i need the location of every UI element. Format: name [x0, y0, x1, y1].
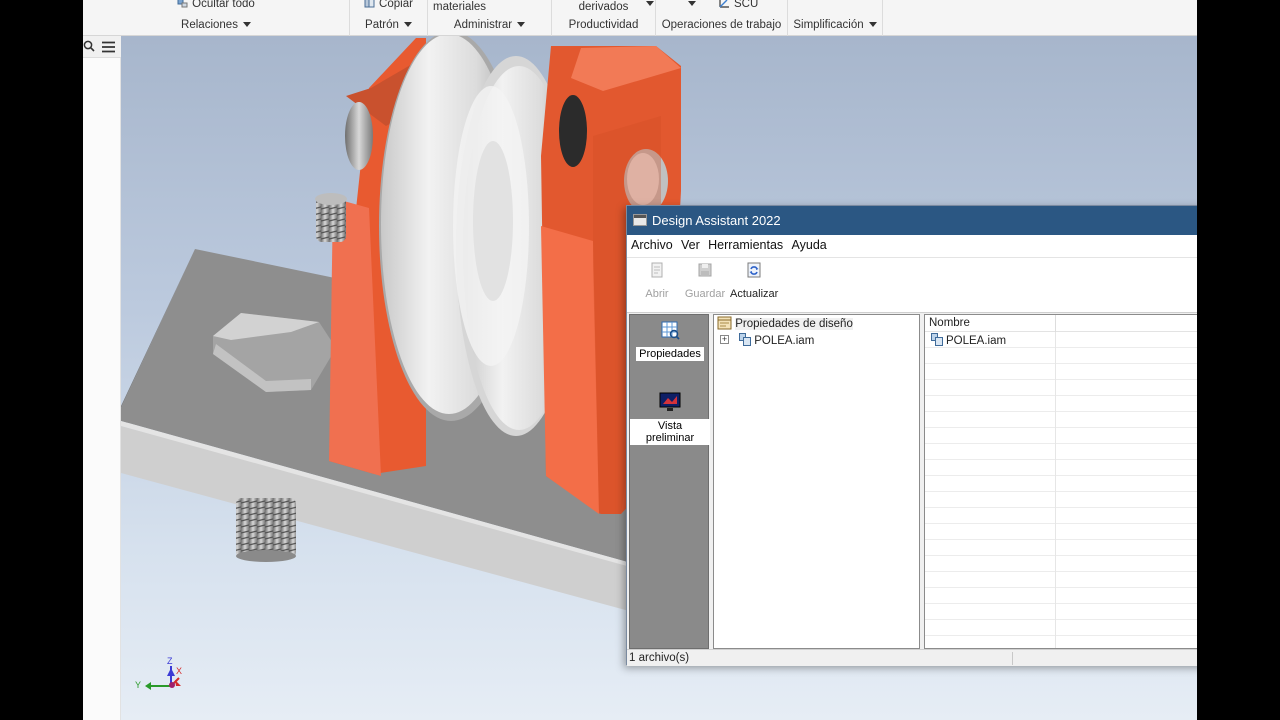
refresh-label: Actualizar: [730, 288, 779, 300]
open-icon: [651, 262, 663, 278]
list-header: Nombre: [925, 315, 1197, 332]
assembly-file-icon: [737, 332, 752, 347]
chevron-down-icon: [868, 22, 877, 27]
toolbar: Abrir Guardar Actualizar: [627, 257, 1197, 313]
copy-icon: [364, 0, 375, 8]
ribbon-group-label[interactable]: Administrar: [428, 19, 551, 31]
ribbon-group-operaciones: SCU Operaciones de trabajo: [656, 0, 788, 36]
menu-herramientas[interactable]: Herramientas: [704, 235, 783, 252]
ribbon-group-label[interactable]: Patrón: [350, 19, 427, 31]
chevron-down-icon: [242, 22, 251, 27]
ribbon-group-administrar: materiales Administrar: [428, 0, 552, 36]
preview-mode-button[interactable]: Vista preliminar: [630, 391, 710, 445]
tree-root-label: Propiedades de diseño: [735, 318, 853, 330]
hide-icon: [177, 0, 188, 8]
hide-all-label: Ocultar todo: [192, 0, 255, 10]
ribbon-group-simplificacion: Simplificación: [788, 0, 883, 36]
preview-label: Vista preliminar: [630, 419, 710, 445]
copy-label: Copiar: [379, 0, 413, 10]
axis-y-label: Y: [135, 680, 141, 690]
menu-ayuda[interactable]: Ayuda: [788, 235, 827, 252]
mode-sidebar: Propiedades Vista preliminar: [629, 314, 710, 649]
properties-label: Propiedades: [636, 347, 704, 361]
hamburger-icon[interactable]: [102, 41, 115, 53]
file-list: Nombre POLEA.iam: [924, 314, 1197, 649]
axis-z-label: Z: [167, 656, 173, 666]
browser-toolbar: [83, 36, 121, 58]
chevron-down-icon: [403, 22, 412, 27]
list-grid: [925, 332, 1197, 648]
left-black-bar: [0, 0, 83, 720]
save-label: Guardar: [684, 288, 726, 300]
ucs-icon: [719, 0, 729, 8]
chevron-down-icon: [517, 22, 526, 27]
model-browser: [83, 36, 121, 720]
open-label: Abrir: [645, 288, 669, 300]
expand-icon[interactable]: +: [720, 335, 729, 344]
preview-icon: [659, 392, 681, 411]
properties-tree: Propiedades de diseño + POLEA.iam: [713, 314, 920, 649]
materials-button[interactable]: materiales: [428, 1, 551, 13]
ribbon-group-label[interactable]: Operaciones de trabajo: [656, 19, 787, 31]
tree-child[interactable]: + POLEA.iam: [720, 332, 814, 348]
window-title: Design Assistant 2022: [652, 213, 781, 228]
relaciones-label: Relaciones: [181, 19, 238, 31]
ribbon-group-productividad: derivados Productividad: [552, 0, 656, 36]
status-bar: 1 archivo(s): [627, 649, 1197, 666]
ribbon-group-label[interactable]: Simplificación: [788, 19, 882, 31]
derived-button[interactable]: derivados: [552, 1, 655, 13]
title-bar[interactable]: Design Assistant 2022: [627, 206, 1197, 235]
search-icon[interactable]: [83, 40, 95, 52]
ribbon-group-label[interactable]: Productividad: [552, 19, 655, 31]
status-text: 1 archivo(s): [629, 652, 690, 664]
chevron-down-icon[interactable]: [646, 1, 654, 6]
column-header-nombre[interactable]: Nombre: [929, 317, 970, 329]
list-item-label: POLEA.iam: [946, 335, 1007, 347]
design-assistant-window[interactable]: Design Assistant 2022 Archivo Ver Herram…: [626, 205, 1197, 666]
inventor-window: Ocultar todo Relaciones Copiar Patrón ma…: [83, 0, 1197, 720]
ribbon-group-label[interactable]: Relaciones: [83, 19, 349, 31]
ribbon: Ocultar todo Relaciones Copiar Patrón ma…: [83, 0, 1197, 36]
simplificacion-label: Simplificación: [793, 19, 864, 31]
menu-bar: Archivo Ver Herramientas Ayuda: [627, 235, 1197, 257]
ucs-label: SCU: [734, 0, 759, 10]
right-black-bar: [1197, 0, 1280, 720]
axis-x-label: X: [176, 666, 182, 676]
save-button[interactable]: Guardar: [681, 261, 729, 307]
list-item[interactable]: POLEA.iam: [929, 332, 1006, 348]
properties-mode-button[interactable]: Propiedades: [630, 319, 710, 361]
copy-button[interactable]: Copiar: [350, 0, 427, 10]
patron-label: Patrón: [365, 19, 399, 31]
ucs-button[interactable]: SCU: [656, 0, 787, 10]
menu-ver[interactable]: Ver: [677, 235, 700, 252]
refresh-button[interactable]: Actualizar: [730, 261, 778, 307]
design-properties-icon: [717, 316, 732, 330]
view-triad: Z Y X: [135, 656, 182, 690]
app-icon: [633, 214, 647, 226]
refresh-icon: [747, 262, 761, 278]
hide-all-button[interactable]: Ocultar todo: [83, 0, 349, 10]
tree-child-label: POLEA.iam: [754, 335, 815, 347]
administrar-label: Administrar: [453, 19, 513, 31]
tree-root[interactable]: Propiedades de diseño: [717, 316, 853, 332]
bolt-bottom: [236, 498, 296, 562]
ribbon-group-relaciones: Ocultar todo Relaciones: [83, 0, 350, 36]
assembly-file-icon: [929, 332, 944, 347]
open-button[interactable]: Abrir: [633, 261, 681, 307]
save-icon: [698, 263, 712, 277]
ribbon-group-patron: Copiar Patrón: [350, 0, 428, 36]
properties-icon: [661, 321, 680, 340]
menu-archivo[interactable]: Archivo: [627, 235, 673, 252]
